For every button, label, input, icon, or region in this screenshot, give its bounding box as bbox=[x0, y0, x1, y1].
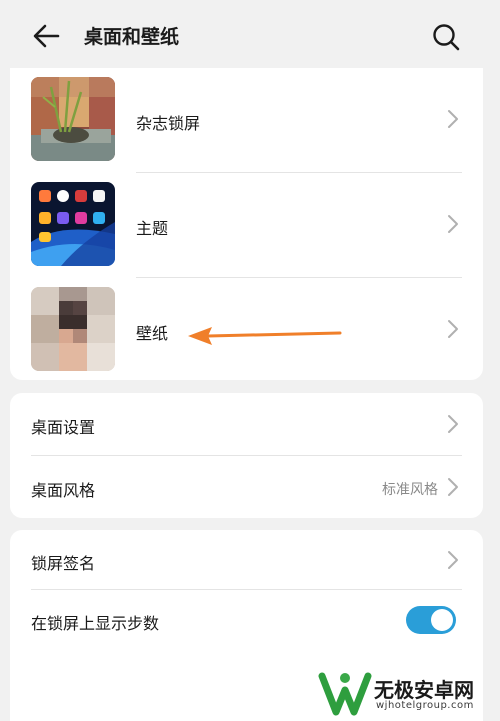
lockscreen-signature-item[interactable]: 锁屏签名 bbox=[10, 530, 483, 590]
back-button[interactable] bbox=[28, 20, 64, 52]
watermark: 无极安卓网 wjhotelgroup.com bbox=[318, 668, 498, 718]
arrow-left-icon bbox=[33, 24, 60, 48]
theme-item[interactable]: 主题 bbox=[10, 173, 483, 277]
wallpaper-thumbnail bbox=[31, 287, 115, 371]
watermark-logo-icon bbox=[318, 672, 372, 716]
wallpaper-label: 壁纸 bbox=[136, 324, 169, 343]
toggle-knob bbox=[431, 609, 453, 631]
lockscreen-signature-label: 锁屏签名 bbox=[31, 554, 96, 573]
watermark-brand: 无极安卓网 bbox=[374, 678, 474, 702]
chevron-right-icon bbox=[448, 320, 458, 338]
search-icon bbox=[433, 24, 460, 51]
magazine-lockscreen-thumbnail bbox=[31, 77, 115, 161]
watermark-url: wjhotelgroup.com bbox=[376, 700, 474, 711]
theme-thumbnail bbox=[31, 182, 115, 266]
page-title: 桌面和壁纸 bbox=[84, 26, 180, 48]
desktop-settings-item[interactable]: 桌面设置 bbox=[10, 393, 483, 455]
chevron-right-icon bbox=[448, 415, 458, 433]
chevron-right-icon bbox=[448, 215, 458, 233]
header-bar: 桌面和壁纸 bbox=[0, 0, 500, 72]
show-steps-label: 在锁屏上显示步数 bbox=[31, 614, 160, 633]
chevron-right-icon bbox=[448, 478, 458, 496]
desktop-settings-label: 桌面设置 bbox=[31, 418, 96, 437]
desktop-section-card: 桌面设置 桌面风格 标准风格 bbox=[10, 393, 483, 518]
chevron-right-icon bbox=[448, 110, 458, 128]
desktop-style-value: 标准风格 bbox=[382, 482, 438, 498]
theme-label: 主题 bbox=[136, 219, 169, 238]
chevron-right-icon bbox=[448, 551, 458, 569]
magazine-lockscreen-label: 杂志锁屏 bbox=[136, 114, 201, 133]
desktop-style-label: 桌面风格 bbox=[31, 481, 96, 500]
show-steps-toggle[interactable] bbox=[406, 606, 456, 634]
search-button[interactable] bbox=[428, 20, 464, 54]
annotation-arrow-icon bbox=[188, 327, 342, 345]
desktop-style-item[interactable]: 桌面风格 标准风格 bbox=[10, 456, 483, 518]
magazine-lockscreen-item[interactable]: 杂志锁屏 bbox=[10, 68, 483, 172]
